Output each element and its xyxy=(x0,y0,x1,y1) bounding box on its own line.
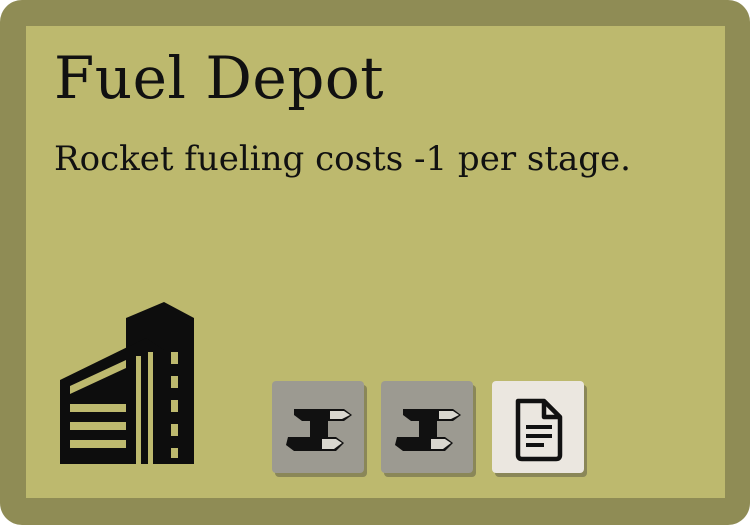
building-icon xyxy=(60,296,230,468)
card-effect-text: Rocket fueling costs -1 per stage. xyxy=(54,139,631,179)
cost-tile-steel xyxy=(381,381,473,473)
cost-tile-steel xyxy=(272,381,364,473)
card-title: Fuel Depot xyxy=(54,44,385,112)
cost-tile-document xyxy=(492,381,584,473)
card-face: Fuel Depot Rocket fueling costs -1 per s… xyxy=(26,26,725,498)
project-card[interactable]: Fuel Depot Rocket fueling costs -1 per s… xyxy=(0,0,750,525)
